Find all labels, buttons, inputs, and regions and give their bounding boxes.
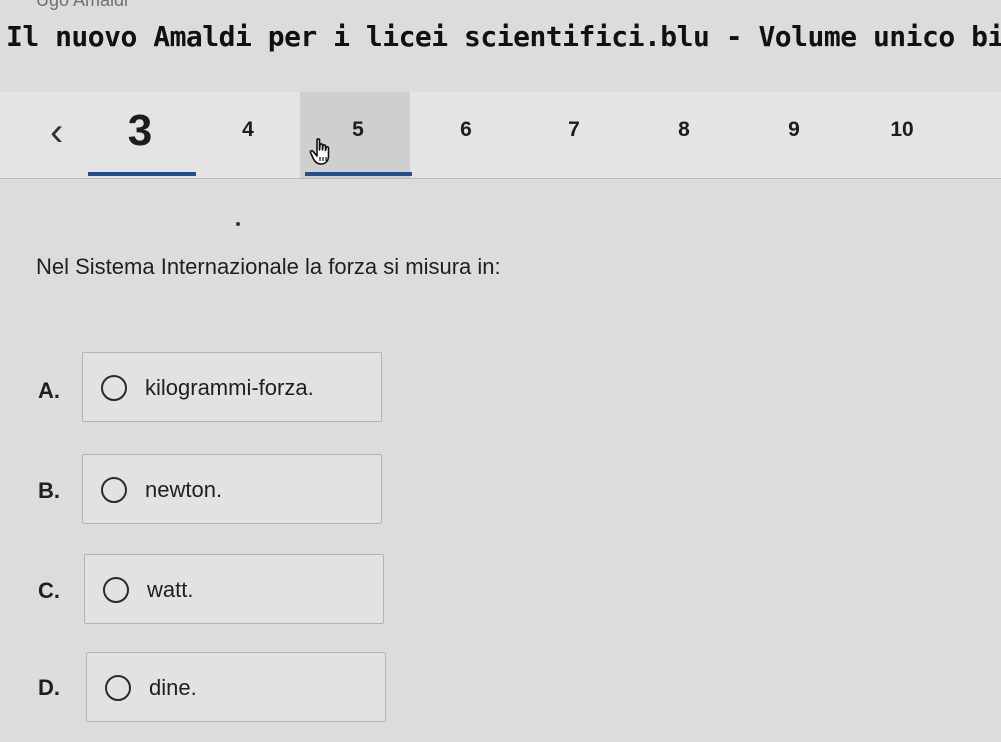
dot-mark <box>236 222 240 226</box>
answer-text: newton. <box>145 477 223 502</box>
page-current[interactable]: 3 <box>110 106 170 156</box>
page-10[interactable]: 10 <box>872 118 932 142</box>
chevron-left-icon: ‹ <box>50 110 64 154</box>
author-line: Ugo Amaldi <box>36 0 129 10</box>
answer-option-b[interactable]: newton. <box>82 454 382 524</box>
question-text: Nel Sistema Internazionale la forza si m… <box>36 254 501 279</box>
answer-option-c[interactable]: watt. <box>84 554 384 624</box>
book-title: Il nuovo Amaldi per i licei scientifici.… <box>6 20 1001 53</box>
page-9[interactable]: 9 <box>764 118 824 142</box>
page-7[interactable]: 7 <box>544 118 604 142</box>
answer-text: watt. <box>147 577 194 602</box>
answer-text: kilogrammi-forza. <box>145 375 314 400</box>
answer-option-d[interactable]: dine. <box>86 652 386 722</box>
page-8[interactable]: 8 <box>654 118 714 142</box>
answer-text: dine. <box>149 675 197 700</box>
radio-button[interactable] <box>103 577 129 603</box>
answer-letter-c: C. <box>38 578 60 603</box>
hand-pointer-icon <box>309 138 330 165</box>
answer-letter-d: D. <box>38 675 60 700</box>
page-6[interactable]: 6 <box>436 118 496 142</box>
answer-option-a[interactable]: kilogrammi-forza. <box>82 352 382 422</box>
radio-button[interactable] <box>101 477 127 503</box>
answer-letter-b: B. <box>38 478 60 503</box>
current-page-indicator <box>88 172 196 176</box>
hover-page-indicator <box>305 172 412 176</box>
radio-button[interactable] <box>105 675 131 701</box>
page-5[interactable]: 5 <box>328 118 388 142</box>
prev-page-button[interactable]: ‹ <box>50 112 63 152</box>
radio-button[interactable] <box>101 375 127 401</box>
page-4[interactable]: 4 <box>218 118 278 142</box>
answer-letter-a: A. <box>38 378 60 403</box>
